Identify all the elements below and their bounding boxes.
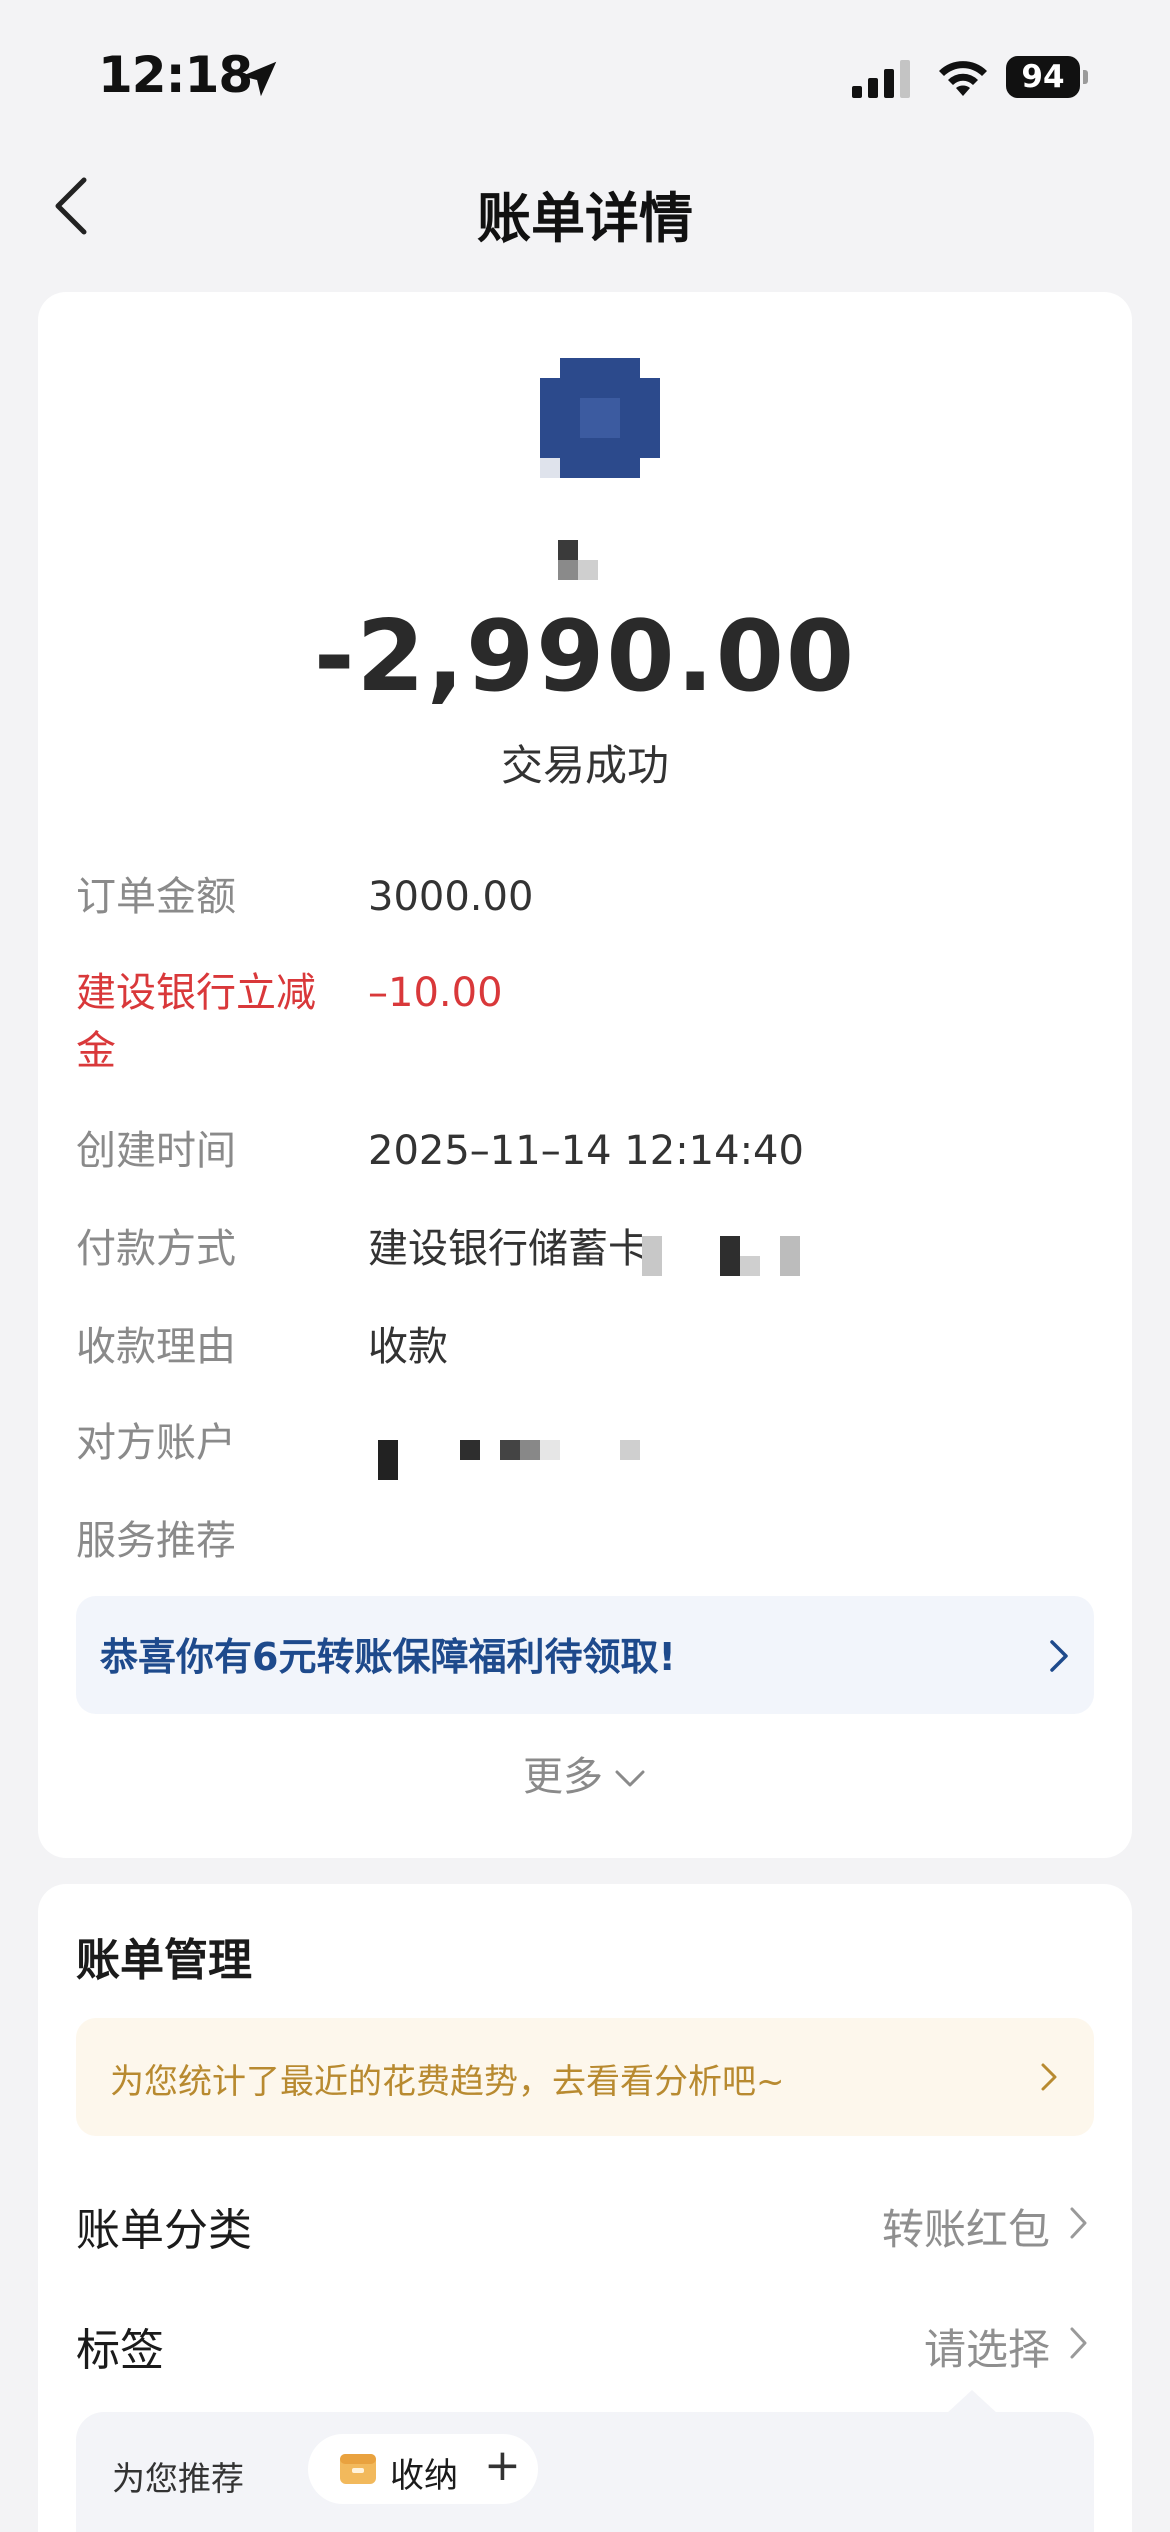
reason-label: 收款理由	[76, 1324, 236, 1370]
promo-text: 恭喜你有6元转账保障福利待领取!	[100, 1635, 676, 1679]
nav-bar: 账单详情	[0, 150, 1170, 270]
payee-name-redacted	[558, 540, 600, 582]
signal-icon	[852, 60, 910, 98]
location-arrow-icon	[241, 61, 277, 97]
more-label: 更多	[523, 1754, 603, 1800]
recommend-label: 为您推荐	[112, 2459, 244, 2498]
order-amount-label: 订单金额	[76, 874, 236, 920]
counterparty-redacted-part	[460, 1440, 480, 1460]
chevron-down-icon	[615, 1770, 645, 1787]
bill-category-row[interactable]: 账单分类 转账红包	[76, 2184, 1094, 2264]
counterparty-redacted-part	[540, 1440, 560, 1460]
payee-avatar	[540, 358, 660, 478]
battery-level: 94	[1006, 56, 1080, 98]
storage-box-icon	[340, 2454, 376, 2484]
bill-category-value: 转账红包	[881, 2205, 1050, 2254]
tags-row[interactable]: 标签 请选择	[76, 2304, 1094, 2384]
recommended-tags: 为您推荐 收纳 +	[76, 2412, 1094, 2532]
transaction-amount: -2,990.00	[313, 600, 857, 714]
created-time-value: 2025–11–14 12:14:40	[368, 1128, 804, 1174]
tags-value: 请选择	[923, 2325, 1050, 2374]
page-title: 账单详情	[477, 187, 693, 250]
counterparty-redacted	[378, 1440, 398, 1480]
card-number-redacted-part	[740, 1256, 760, 1276]
service-label: 服务推荐	[76, 1518, 236, 1564]
spending-analysis-banner[interactable]: 为您统计了最近的花费趋势，去看看分析吧~	[76, 2018, 1094, 2136]
counterparty-redacted-part	[500, 1440, 520, 1460]
created-time-label: 创建时间	[76, 1128, 236, 1174]
battery-indicator: 94	[1006, 56, 1088, 98]
chevron-right-icon	[1050, 1640, 1068, 1672]
analysis-text: 为您统计了最近的花费趋势，去看看分析吧~	[110, 2062, 785, 2102]
tag-chip-storage[interactable]: 收纳 +	[308, 2434, 538, 2504]
bill-category-label: 账单分类	[76, 2205, 252, 2256]
chevron-right-icon	[1041, 2063, 1057, 2091]
payment-method-value: 建设银行储蓄卡	[368, 1226, 648, 1272]
tag-chip-label: 收纳	[390, 2456, 458, 2496]
card-number-redacted	[642, 1236, 662, 1276]
more-button[interactable]: 更多	[38, 1744, 1132, 1802]
order-amount-value: 3000.00	[368, 874, 534, 920]
chevron-right-icon	[1070, 2207, 1087, 2239]
tags-label: 标签	[76, 2325, 164, 2376]
add-tag-icon: +	[484, 2440, 521, 2491]
wifi-icon	[939, 61, 987, 96]
management-title: 账单管理	[76, 1935, 252, 1986]
bill-detail-page: 12:18 94 账单详情 -2,990.00 交易成功 订单金额 3000.0…	[0, 0, 1170, 2532]
bill-management-card: 账单管理 为您统计了最近的花费趋势，去看看分析吧~ 账单分类 转账红包 标签 请…	[38, 1884, 1132, 2532]
counterparty-redacted-part	[620, 1440, 640, 1460]
discount-label: 建设银行立减金	[76, 970, 316, 1074]
transaction-detail-card: -2,990.00 交易成功 订单金额 3000.00 建设银行立减金 –10.…	[38, 292, 1132, 1858]
payment-method-label: 付款方式	[76, 1226, 236, 1272]
card-number-redacted-part	[780, 1236, 800, 1276]
status-bar: 12:18 94	[0, 0, 1170, 150]
card-number-redacted-part	[720, 1236, 740, 1276]
transfer-protection-banner[interactable]: 恭喜你有6元转账保障福利待领取!	[76, 1596, 1094, 1714]
counterparty-redacted-part	[520, 1440, 540, 1460]
discount-value: –10.00	[368, 970, 503, 1016]
counterparty-label: 对方账户	[76, 1420, 236, 1466]
recommend-pointer	[946, 2390, 998, 2414]
reason-value: 收款	[368, 1324, 448, 1370]
battery-tip	[1083, 70, 1088, 84]
chevron-right-icon	[1070, 2327, 1087, 2359]
status-time: 12:18	[98, 46, 253, 104]
transaction-status: 交易成功	[500, 741, 669, 790]
